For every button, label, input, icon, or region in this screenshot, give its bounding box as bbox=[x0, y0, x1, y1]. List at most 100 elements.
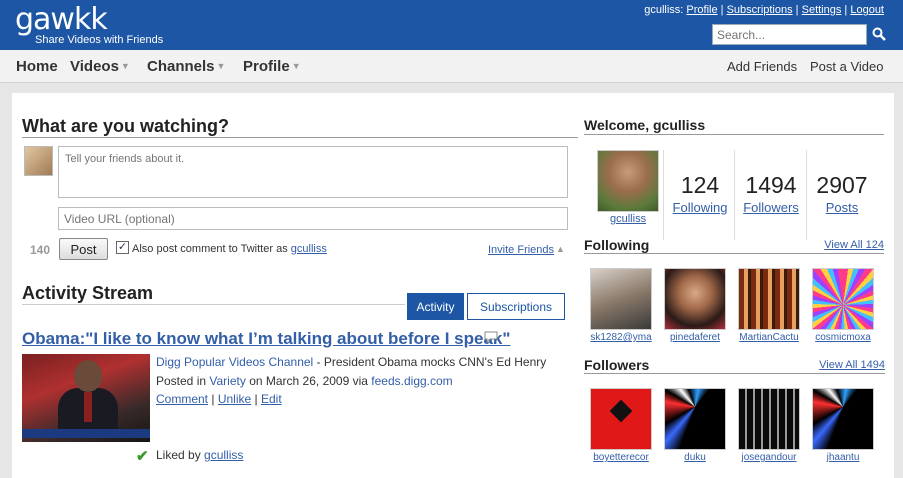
nav-channels[interactable]: Channels ▼ bbox=[147, 58, 225, 75]
stat-posts-link[interactable]: Posts bbox=[826, 200, 859, 215]
twitter-user-link[interactable]: gculliss bbox=[291, 243, 327, 255]
story-title-link[interactable]: Obama:"I like to know what I’m talking a… bbox=[22, 329, 510, 349]
chevron-down-icon: ▼ bbox=[216, 61, 226, 71]
top-bar: gawkk Share Videos with Friends gculliss… bbox=[0, 0, 903, 50]
tab-subscriptions[interactable]: Subscriptions bbox=[467, 293, 565, 320]
follower-avatar[interactable] bbox=[738, 388, 800, 450]
following-avatar[interactable] bbox=[812, 268, 874, 330]
comment-textarea[interactable] bbox=[58, 146, 568, 198]
comment-bubble-icon[interactable] bbox=[484, 331, 498, 343]
following-avatar[interactable] bbox=[590, 268, 652, 330]
chevron-up-icon[interactable]: ▲ bbox=[556, 244, 565, 254]
channel-link[interactable]: Digg Popular Videos Channel bbox=[156, 355, 313, 369]
stat-following-link[interactable]: Following bbox=[673, 200, 728, 215]
edit-link[interactable]: Edit bbox=[261, 392, 282, 406]
check-icon: ✔ bbox=[136, 448, 149, 465]
category-link[interactable]: Variety bbox=[209, 374, 245, 388]
nav-profile[interactable]: Profile ▼ bbox=[243, 58, 301, 75]
chevron-down-icon: ▼ bbox=[120, 61, 130, 71]
stat-following-value: 124 bbox=[680, 172, 720, 198]
nav-home[interactable]: Home bbox=[16, 58, 58, 75]
stat-posts-value: 2907 bbox=[816, 172, 868, 198]
nav-home-label: Home bbox=[16, 58, 58, 75]
story-meta: Posted in Variety on March 26, 2009 via … bbox=[156, 374, 453, 388]
liked-user-link[interactable]: gculliss bbox=[204, 448, 243, 462]
nav-channels-label: Channels bbox=[147, 58, 215, 75]
unlike-link[interactable]: Unlike bbox=[218, 392, 251, 406]
source-link[interactable]: feeds.digg.com bbox=[371, 374, 452, 388]
post-button[interactable]: Post bbox=[59, 238, 108, 260]
follower-user-link[interactable]: duku bbox=[662, 452, 728, 463]
add-friends-link[interactable]: Add Friends bbox=[727, 59, 797, 74]
stat-followers: 1494 Followers bbox=[737, 172, 805, 217]
stat-followers-link[interactable]: Followers bbox=[743, 200, 799, 215]
view-all-following-link[interactable]: View All 124 bbox=[824, 239, 884, 251]
char-counter: 140 bbox=[30, 243, 51, 257]
twitter-label-text: Also post comment to Twitter as bbox=[132, 243, 288, 255]
following-heading: Following View All 124 bbox=[584, 237, 884, 254]
video-thumbnail[interactable] bbox=[22, 354, 150, 442]
followers-heading: Followers View All 1494 bbox=[584, 357, 885, 374]
follower-user-link[interactable]: jhaantu bbox=[810, 452, 876, 463]
video-url-input[interactable] bbox=[58, 207, 568, 230]
follower-user-link[interactable]: boyetterecor bbox=[588, 452, 654, 463]
liked-by: Liked by gculliss bbox=[156, 448, 243, 462]
welcome-heading: Welcome, gculliss bbox=[584, 117, 884, 135]
stat-followers-value: 1494 bbox=[745, 172, 797, 198]
story-actions: Comment | Unlike | Edit bbox=[156, 392, 282, 406]
avatar bbox=[24, 146, 53, 176]
following-avatar[interactable] bbox=[738, 268, 800, 330]
post-video-link[interactable]: Post a Video bbox=[810, 59, 883, 74]
invite-friends-link[interactable]: Invite Friends bbox=[488, 244, 554, 256]
comment-link[interactable]: Comment bbox=[156, 392, 208, 406]
composer-title: What are you watching? bbox=[22, 116, 578, 138]
divider bbox=[734, 150, 735, 240]
nav-videos-label: Videos bbox=[70, 58, 119, 75]
chevron-down-icon: ▼ bbox=[291, 61, 301, 71]
activity-title: Activity Stream bbox=[22, 283, 405, 305]
nav-bar: Home Videos ▼ Channels ▼ Profile ▼ Add Frie… bbox=[0, 50, 903, 83]
nav-profile-label: Profile bbox=[243, 58, 290, 75]
profile-username-link[interactable]: gculliss bbox=[610, 213, 646, 225]
subscriptions-link[interactable]: Subscriptions bbox=[727, 4, 793, 16]
divider bbox=[806, 150, 807, 240]
follower-avatar[interactable] bbox=[812, 388, 874, 450]
profile-link[interactable]: Profile bbox=[686, 4, 717, 16]
diamond-shape bbox=[609, 399, 633, 423]
stat-following: 124 Following bbox=[666, 172, 734, 217]
following-avatar[interactable] bbox=[664, 268, 726, 330]
username-prefix: gculliss: bbox=[644, 4, 684, 16]
search-input[interactable] bbox=[712, 24, 867, 45]
nav-videos[interactable]: Videos ▼ bbox=[70, 58, 130, 75]
settings-link[interactable]: Settings bbox=[802, 4, 842, 16]
twitter-checkbox[interactable]: ✓ bbox=[116, 241, 129, 254]
logout-link[interactable]: Logout bbox=[850, 4, 884, 16]
logo[interactable]: gawkk bbox=[15, 2, 108, 37]
liked-prefix: Liked by bbox=[156, 448, 201, 462]
follower-avatar[interactable] bbox=[590, 388, 652, 450]
story-description-text: - President Obama mocks CNN's Ed Henry bbox=[313, 355, 547, 369]
followers-title: Followers bbox=[584, 357, 650, 373]
thumb-tie bbox=[84, 392, 92, 422]
twitter-label: Also post comment to Twitter as gculliss bbox=[132, 243, 327, 255]
divider bbox=[663, 150, 664, 240]
following-user-link[interactable]: cosmicmoxa bbox=[810, 332, 876, 343]
tab-activity[interactable]: Activity bbox=[407, 293, 464, 320]
tagline: Share Videos with Friends bbox=[35, 34, 164, 46]
following-user-link[interactable]: pinedaferet bbox=[662, 332, 728, 343]
story-description: Digg Popular Videos Channel - President … bbox=[156, 355, 546, 369]
profile-avatar[interactable] bbox=[597, 150, 659, 212]
thumb-face bbox=[74, 360, 102, 392]
user-links: gculliss: Profile | Subscriptions | Sett… bbox=[644, 4, 884, 16]
search-icon[interactable] bbox=[872, 27, 886, 41]
posted-prefix: Posted in bbox=[156, 374, 207, 388]
following-user-link[interactable]: sk1282@yma bbox=[588, 332, 654, 343]
story-date: on March 26, 2009 via bbox=[249, 374, 368, 388]
view-all-followers-link[interactable]: View All 1494 bbox=[819, 359, 885, 371]
follower-avatar[interactable] bbox=[664, 388, 726, 450]
thumb-banner bbox=[22, 429, 150, 438]
following-title: Following bbox=[584, 237, 650, 253]
following-user-link[interactable]: MartianCactu bbox=[736, 332, 802, 343]
stat-posts: 2907 Posts bbox=[808, 172, 876, 217]
follower-user-link[interactable]: josegandour bbox=[736, 452, 802, 463]
